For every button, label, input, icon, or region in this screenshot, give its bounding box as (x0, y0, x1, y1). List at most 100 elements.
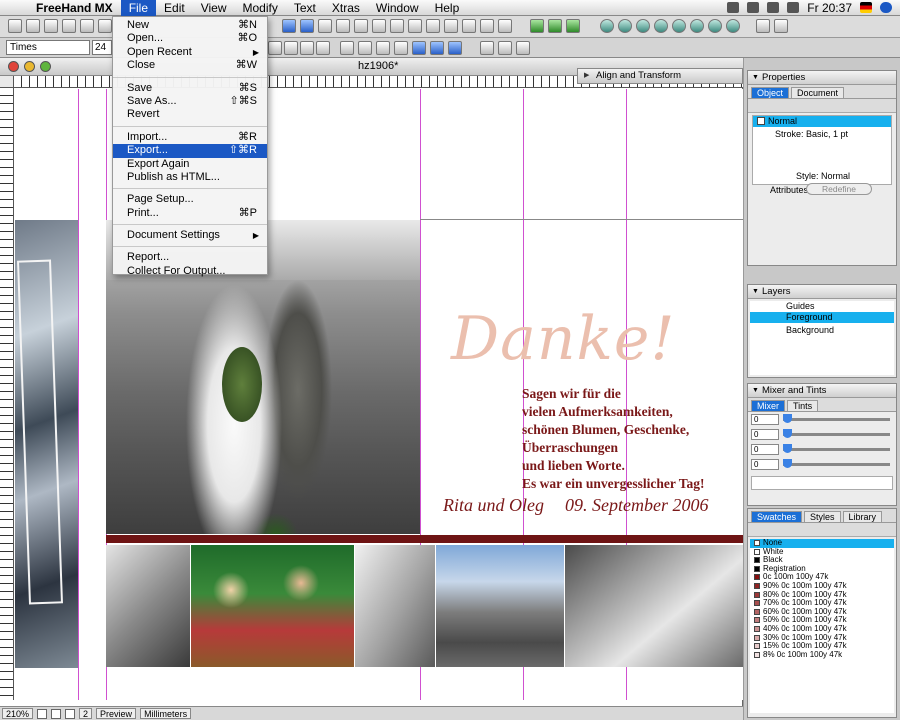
subselect-tool-icon[interactable] (26, 19, 40, 33)
mixer-value-field[interactable]: 0 (751, 429, 779, 440)
mixer-slider[interactable] (783, 459, 890, 468)
stop-icon[interactable] (756, 19, 770, 33)
menu-text[interactable]: Text (286, 0, 324, 16)
skew-tool-icon[interactable] (354, 19, 368, 33)
tab-swatches[interactable]: Swatches (751, 511, 803, 522)
menu-item-open-recent[interactable]: Open Recent ▶ (113, 46, 267, 59)
mixer-panel-header[interactable]: Mixer and Tints (748, 384, 896, 398)
input-flag-icon[interactable] (860, 2, 872, 13)
menu-item-import[interactable]: Import... ⌘R (113, 131, 267, 144)
menu-item-report[interactable]: Report... (113, 251, 267, 264)
tab-tints[interactable]: Tints (787, 400, 819, 411)
text-tool-icon[interactable] (80, 19, 94, 33)
line-tool-icon[interactable] (426, 19, 440, 33)
tab-styles[interactable]: Styles (804, 511, 841, 522)
zoom-level[interactable]: 210% (2, 708, 34, 719)
menu-item-save-as[interactable]: Save As... ⇧⌘S (113, 95, 267, 108)
first-page-icon[interactable] (37, 708, 48, 719)
thumbnail-photo-couple-cafe[interactable] (191, 545, 354, 667)
knife-tool-icon[interactable] (444, 19, 458, 33)
menu-view[interactable]: View (193, 0, 235, 16)
mixer-slider[interactable] (783, 429, 890, 438)
signature-date[interactable]: 09. September 2006 (565, 495, 708, 516)
menu-modify[interactable]: Modify (235, 0, 286, 16)
menu-help[interactable]: Help (427, 0, 468, 16)
mixer-slider[interactable] (783, 414, 890, 423)
menu-edit[interactable]: Edit (156, 0, 193, 16)
volume-icon[interactable] (767, 2, 780, 13)
tab-object[interactable]: Object (751, 87, 790, 98)
prev-page-icon[interactable] (51, 708, 62, 719)
units-select[interactable]: Millimeters (140, 708, 192, 719)
menu-item-new[interactable]: New ⌘N (113, 19, 267, 32)
zoom-tool-icon[interactable] (390, 19, 404, 33)
eyedropper-tool-icon[interactable] (408, 19, 422, 33)
smudge-tool-icon[interactable] (618, 19, 632, 33)
menu-window[interactable]: Window (368, 0, 427, 16)
ruler-origin[interactable] (0, 76, 14, 88)
trace-tool-icon[interactable] (462, 19, 476, 33)
thumbnail-photo-bride[interactable] (355, 545, 435, 667)
scale-tool-icon[interactable] (300, 19, 314, 33)
grid-tool-icon[interactable] (566, 19, 580, 33)
view-mode-select[interactable]: Preview (96, 708, 137, 719)
menu-item-publish-as-html[interactable]: Publish as HTML... (113, 171, 267, 184)
run-around-icon[interactable] (430, 41, 444, 55)
transform-tool-icon[interactable] (282, 19, 296, 33)
chart-tool-icon[interactable] (498, 19, 512, 33)
shadow-tool-icon[interactable] (636, 19, 650, 33)
network-icon[interactable] (727, 2, 740, 13)
layer-guides[interactable]: Guides (750, 301, 894, 312)
spellcheck-icon[interactable] (516, 41, 530, 55)
thumbnail-photo-ceremony[interactable] (436, 545, 564, 667)
align-center-icon[interactable] (284, 41, 298, 55)
font-size-field[interactable]: 24 (92, 40, 112, 55)
layer-foreground[interactable]: Foreground (750, 312, 894, 323)
menu-file[interactable]: File (120, 0, 157, 16)
car-photo-left-page[interactable] (15, 220, 79, 668)
tab-mixer[interactable]: Mixer (751, 400, 785, 411)
menu-item-export-again[interactable]: Export Again (113, 158, 267, 171)
tab-library[interactable]: Library (842, 511, 883, 522)
flow-icon[interactable] (394, 41, 408, 55)
layer-background[interactable]: Background (750, 325, 894, 336)
zoom-window-icon[interactable] (40, 61, 51, 72)
kerning-icon[interactable] (480, 41, 494, 55)
reflect-tool-icon[interactable] (336, 19, 350, 33)
fisheye-tool-icon[interactable] (600, 19, 614, 33)
lasso-tool-icon[interactable] (62, 19, 76, 33)
justify-icon[interactable] (316, 41, 330, 55)
swatch-item[interactable]: 8% 0c 100m 100y 47k (750, 650, 894, 660)
property-row-normal[interactable]: Normal (753, 116, 891, 127)
attach-icon[interactable] (376, 41, 390, 55)
menu-xtras[interactable]: Xtras (324, 0, 368, 16)
convert-icon[interactable] (358, 41, 372, 55)
close-window-icon[interactable] (8, 61, 19, 72)
menu-item-close[interactable]: Close ⌘W (113, 59, 267, 72)
align-left-icon[interactable] (268, 41, 282, 55)
align-right-icon[interactable] (300, 41, 314, 55)
connector-tool-icon[interactable] (480, 19, 494, 33)
rotate-tool-icon[interactable] (318, 19, 332, 33)
3d-rotation-tool-icon[interactable] (672, 19, 686, 33)
red-divider-band[interactable] (106, 535, 743, 543)
danke-headline[interactable]: Danke! (451, 304, 676, 374)
menu-item-revert[interactable]: Revert (113, 108, 267, 121)
layers-panel-header[interactable]: Layers (748, 285, 896, 299)
menu-item-document-settings[interactable]: Document Settings ▶ (113, 229, 267, 242)
menu-item-export[interactable]: Export... ⇧⌘R (113, 144, 267, 158)
thumbnail-photo-kiss[interactable] (565, 545, 743, 667)
properties-panel-header[interactable]: Properties (748, 71, 896, 85)
baseline-icon[interactable] (498, 41, 512, 55)
app-menu[interactable]: FreeHand MX (26, 0, 121, 16)
emboss-tool-icon[interactable] (708, 19, 722, 33)
mixer-value-field[interactable]: 0 (751, 414, 779, 425)
spiral-tool-icon[interactable] (726, 19, 740, 33)
hand-tool-icon[interactable] (372, 19, 386, 33)
menu-item-collect-for-output[interactable]: Collect For Output... (113, 265, 267, 278)
mixer-value-field[interactable]: 0 (751, 444, 779, 455)
next-page-icon[interactable] (65, 708, 76, 719)
page-number[interactable]: 2 (79, 708, 93, 719)
page-tool-icon[interactable] (44, 19, 58, 33)
mixer-color-well[interactable] (751, 476, 893, 490)
